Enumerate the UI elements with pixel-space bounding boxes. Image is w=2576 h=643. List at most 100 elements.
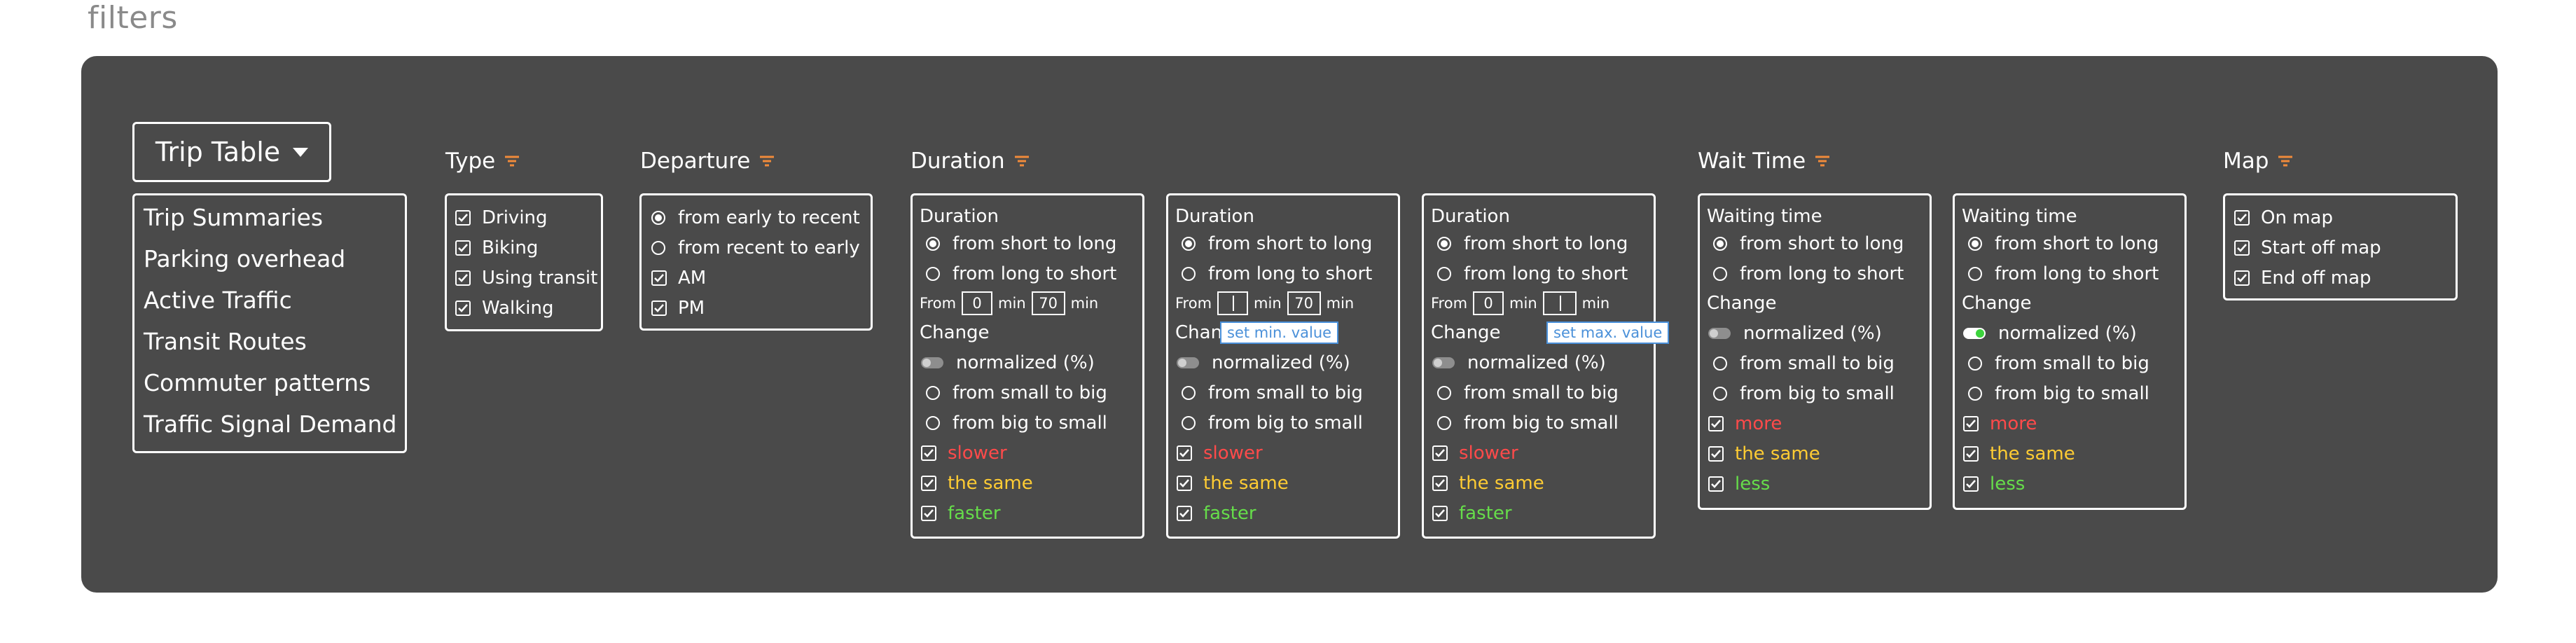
type-option-transit[interactable]: Using transit	[455, 268, 597, 289]
radio[interactable]	[1437, 237, 1451, 251]
departure-am[interactable]: AM	[651, 268, 706, 289]
max-value-input[interactable]: 70	[1031, 291, 1065, 315]
checkbox[interactable]	[1432, 445, 1448, 461]
sort-short-to-long[interactable]: from short to long	[1182, 233, 1372, 254]
radio[interactable]	[1713, 357, 1727, 371]
radio[interactable]	[1713, 237, 1727, 251]
normalized-toggle-row[interactable]: normalized (%)	[1963, 323, 2137, 344]
result-slower[interactable]: slower	[1177, 443, 1263, 464]
trip-table-dropdown[interactable]: Trip Table	[132, 122, 331, 182]
result-faster[interactable]: faster	[1177, 503, 1256, 524]
menu-item-transit-routes[interactable]: Transit Routes	[144, 328, 307, 355]
change-big-to-small[interactable]: from big to small	[1182, 413, 1363, 434]
sort-short-to-long[interactable]: from short to long	[1713, 233, 1904, 254]
checkbox[interactable]	[1432, 476, 1448, 491]
filter-lines-icon[interactable]	[759, 154, 775, 168]
radio[interactable]	[926, 386, 940, 400]
menu-item-trip-summaries[interactable]: Trip Summaries	[144, 204, 323, 231]
change-small-to-big[interactable]: from small to big	[1437, 382, 1619, 403]
checkbox[interactable]	[1708, 416, 1724, 431]
checkbox[interactable]	[455, 210, 471, 226]
radio[interactable]	[651, 241, 665, 255]
map-option-end-off-map[interactable]: End off map	[2234, 268, 2371, 289]
change-big-to-small[interactable]: from big to small	[926, 413, 1107, 434]
radio[interactable]	[1182, 237, 1196, 251]
result-less[interactable]: less	[1963, 473, 2025, 495]
map-option-on-map[interactable]: On map	[2234, 207, 2333, 228]
max-value-input[interactable]	[1542, 291, 1577, 315]
result-faster[interactable]: faster	[921, 503, 1001, 524]
normalized-toggle-row[interactable]: normalized (%)	[1708, 323, 1882, 344]
checkbox[interactable]	[651, 300, 667, 316]
radio[interactable]	[1182, 267, 1196, 281]
map-option-start-off-map[interactable]: Start off map	[2234, 237, 2381, 258]
checkbox[interactable]	[1963, 446, 1979, 462]
radio[interactable]	[1182, 416, 1196, 430]
result-less[interactable]: less	[1708, 473, 1770, 495]
sort-long-to-short[interactable]: from long to short	[1437, 263, 1628, 284]
normalized-toggle[interactable]	[1963, 328, 1986, 339]
menu-item-commuter-patterns[interactable]: Commuter patterns	[144, 369, 371, 396]
radio[interactable]	[1713, 387, 1727, 401]
filter-lines-icon[interactable]	[1814, 154, 1831, 168]
normalized-toggle[interactable]	[1708, 328, 1731, 339]
result-the-same[interactable]: the same	[921, 473, 1033, 494]
radio[interactable]	[1182, 386, 1196, 400]
radio[interactable]	[1968, 387, 1982, 401]
type-option-walking[interactable]: Walking	[455, 298, 553, 319]
radio[interactable]	[1968, 237, 1982, 251]
result-the-same[interactable]: the same	[1432, 473, 1544, 494]
radio[interactable]	[926, 267, 940, 281]
radio[interactable]	[926, 237, 940, 251]
checkbox[interactable]	[455, 270, 471, 286]
normalized-toggle-row[interactable]: normalized (%)	[1432, 352, 1606, 373]
normalized-toggle[interactable]	[921, 357, 943, 368]
sort-long-to-short[interactable]: from long to short	[1968, 263, 2159, 284]
sort-short-to-long[interactable]: from short to long	[1968, 233, 2159, 254]
sort-short-to-long[interactable]: from short to long	[1437, 233, 1628, 254]
checkbox[interactable]	[921, 476, 936, 491]
change-small-to-big[interactable]: from small to big	[1182, 382, 1363, 403]
change-big-to-small[interactable]: from big to small	[1968, 383, 2149, 404]
checkbox[interactable]	[455, 300, 471, 316]
checkbox[interactable]	[1708, 476, 1724, 492]
checkbox[interactable]	[1177, 476, 1192, 491]
checkbox[interactable]	[921, 445, 936, 461]
departure-sort-recent-early[interactable]: from recent to early	[651, 237, 860, 258]
filter-lines-icon[interactable]	[1013, 154, 1030, 168]
checkbox[interactable]	[1432, 506, 1448, 521]
filter-lines-icon[interactable]	[504, 154, 520, 168]
max-value-input[interactable]: 70	[1287, 291, 1321, 315]
radio[interactable]	[1968, 267, 1982, 281]
min-value-input[interactable]: 0	[962, 291, 993, 315]
filter-lines-icon[interactable]	[2277, 154, 2294, 168]
result-faster[interactable]: faster	[1432, 503, 1512, 524]
departure-pm[interactable]: PM	[651, 298, 705, 319]
normalized-toggle-row[interactable]: normalized (%)	[1177, 352, 1350, 373]
checkbox[interactable]	[2234, 270, 2250, 286]
normalized-toggle[interactable]	[1177, 357, 1199, 368]
checkbox[interactable]	[455, 240, 471, 256]
result-slower[interactable]: slower	[921, 443, 1007, 464]
radio[interactable]	[1437, 267, 1451, 281]
change-big-to-small[interactable]: from big to small	[1437, 413, 1619, 434]
radio[interactable]	[926, 416, 940, 430]
min-value-input[interactable]: 0	[1473, 291, 1504, 315]
normalized-toggle-row[interactable]: normalized (%)	[921, 352, 1095, 373]
sort-short-to-long[interactable]: from short to long	[926, 233, 1116, 254]
checkbox[interactable]	[2234, 210, 2250, 226]
checkbox[interactable]	[1177, 445, 1192, 461]
menu-item-parking-overhead[interactable]: Parking overhead	[144, 245, 345, 272]
result-the-same[interactable]: the same	[1708, 443, 1820, 464]
departure-sort-early-recent[interactable]: from early to recent	[651, 207, 860, 228]
change-small-to-big[interactable]: from small to big	[1713, 353, 1895, 374]
menu-item-active-traffic[interactable]: Active Traffic	[144, 286, 292, 314]
checkbox[interactable]	[1963, 476, 1979, 492]
result-more[interactable]: more	[1708, 413, 1782, 434]
radio[interactable]	[1437, 416, 1451, 430]
change-big-to-small[interactable]: from big to small	[1713, 383, 1895, 404]
checkbox[interactable]	[2234, 240, 2250, 256]
result-more[interactable]: more	[1963, 413, 2037, 434]
radio[interactable]	[1968, 357, 1982, 371]
checkbox[interactable]	[1708, 446, 1724, 462]
